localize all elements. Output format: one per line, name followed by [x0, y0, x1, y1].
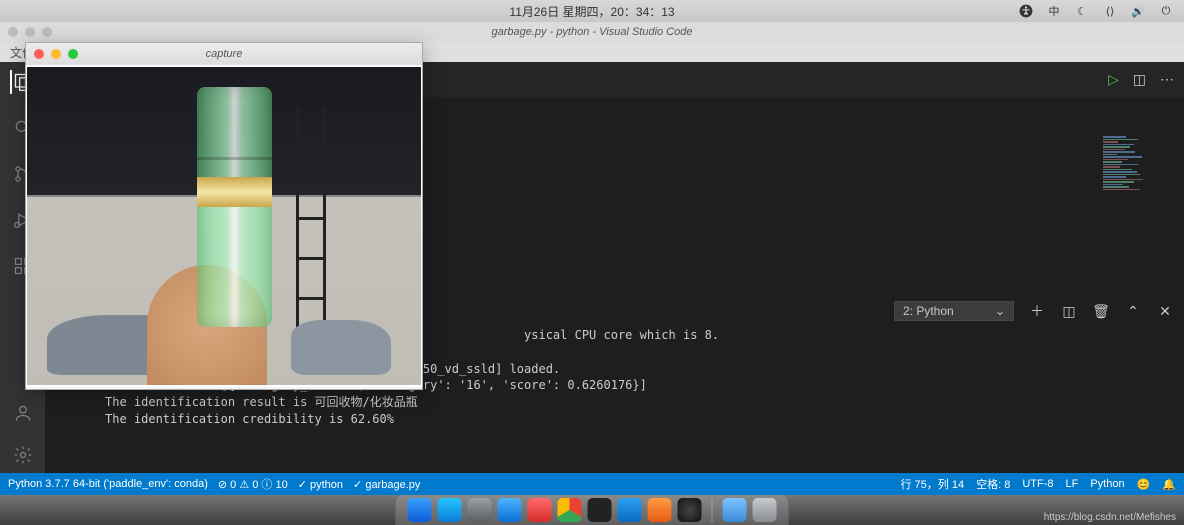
- status-bar: Python 3.7.7 64-bit ('paddle_env': conda…: [0, 473, 1184, 495]
- volume-icon[interactable]: 🔊: [1130, 3, 1146, 19]
- dock-finder-icon[interactable]: [408, 498, 432, 522]
- menubar-right: 中 ☾ ⟨⟩ 🔊 ⏻: [1018, 3, 1174, 19]
- dock: [396, 495, 789, 525]
- sb-encoding[interactable]: UTF-8: [1022, 476, 1053, 492]
- zoom-icon[interactable]: [68, 49, 78, 59]
- dock-safari-icon[interactable]: [498, 498, 522, 522]
- capture-title: capture: [206, 48, 243, 60]
- mac-menubar: 11月26日 星期四，20：34：13 中 ☾ ⟨⟩ 🔊 ⏻: [0, 0, 1184, 22]
- terminal-name: 2: Python: [903, 304, 954, 318]
- activity-bar-bottom: [11, 401, 35, 475]
- sb-feedback[interactable]: 😊: [1137, 476, 1151, 492]
- moon-icon[interactable]: ☾: [1074, 3, 1090, 19]
- close-icon[interactable]: [34, 49, 44, 59]
- new-terminal-icon[interactable]: ＋: [1028, 301, 1046, 321]
- sb-problems[interactable]: ⊘ 0 ⚠ 0 ⓘ 10: [218, 476, 288, 492]
- sb-interpreter[interactable]: Python 3.7.7 64-bit ('paddle_env': conda…: [8, 478, 208, 490]
- sb-bell-icon[interactable]: 🔔: [1162, 476, 1176, 492]
- sb-cursor[interactable]: 行 75，列 14: [901, 476, 965, 492]
- sb-spaces[interactable]: 空格: 8: [976, 476, 1010, 492]
- term-line: The identification credibility is 62.60%: [105, 412, 394, 426]
- dock-chrome-icon[interactable]: [558, 498, 582, 522]
- dock-terminal-icon[interactable]: [588, 498, 612, 522]
- split-editor-icon[interactable]: ◫: [1133, 71, 1146, 88]
- run-icon[interactable]: ▷: [1108, 71, 1119, 88]
- dock-folder-icon[interactable]: [723, 498, 747, 522]
- minimize-icon[interactable]: [25, 27, 35, 37]
- dock-trash-icon[interactable]: [753, 498, 777, 522]
- window-title: garbage.py - python - Visual Studio Code: [492, 26, 693, 38]
- dock-appstore-icon[interactable]: [438, 498, 462, 522]
- maximize-panel-icon[interactable]: ⌃: [1124, 303, 1142, 320]
- zoom-icon[interactable]: [42, 27, 52, 37]
- menubar-clock: 11月26日 星期四，20：34：13: [509, 3, 674, 20]
- power-icon[interactable]: ⏻: [1158, 3, 1174, 19]
- close-icon[interactable]: [8, 27, 18, 37]
- split-terminal-icon[interactable]: ◫: [1060, 303, 1078, 320]
- kill-terminal-icon[interactable]: 🗑: [1092, 303, 1110, 320]
- sb-right: 行 75，列 14 空格: 8 UTF-8 LF Python 😊 🔔: [901, 476, 1177, 492]
- sb-check-file[interactable]: ✓ garbage.py: [353, 478, 420, 491]
- desktop-bottom: https://blog.csdn.net/Mefishes: [0, 495, 1184, 525]
- dock-obs-icon[interactable]: [678, 498, 702, 522]
- minimize-icon[interactable]: [51, 49, 61, 59]
- gear-icon[interactable]: [11, 443, 35, 467]
- capture-titlebar[interactable]: capture: [26, 43, 422, 65]
- dock-vscode-icon[interactable]: [618, 498, 642, 522]
- sb-lang[interactable]: Python: [1090, 476, 1124, 492]
- capture-window[interactable]: capture: [25, 42, 423, 390]
- term-line: The identification result is 可回收物/化妆品瓶: [105, 395, 418, 409]
- sb-eol[interactable]: LF: [1066, 476, 1079, 492]
- sb-check-python[interactable]: ✓ python: [298, 478, 343, 491]
- window-controls[interactable]: [8, 27, 52, 37]
- dock-settings-icon[interactable]: [468, 498, 492, 522]
- input-lang[interactable]: 中: [1046, 3, 1062, 19]
- output-icon[interactable]: ⟨⟩: [1102, 3, 1118, 19]
- watermark: https://blog.csdn.net/Mefishes: [1044, 512, 1176, 523]
- capture-window-controls[interactable]: [34, 49, 78, 59]
- dock-wps-icon[interactable]: [648, 498, 672, 522]
- terminal-selector[interactable]: 2: Python ⌄: [894, 301, 1014, 321]
- dock-music-icon[interactable]: [528, 498, 552, 522]
- accessibility-icon[interactable]: [1018, 3, 1034, 19]
- account-icon[interactable]: [11, 401, 35, 425]
- chevron-down-icon: ⌄: [995, 304, 1005, 318]
- capture-image: [26, 65, 422, 387]
- vscode-titlebar: garbage.py - python - Visual Studio Code: [0, 22, 1184, 42]
- close-panel-icon[interactable]: ✕: [1156, 303, 1174, 320]
- more-icon[interactable]: ⋯: [1160, 71, 1174, 88]
